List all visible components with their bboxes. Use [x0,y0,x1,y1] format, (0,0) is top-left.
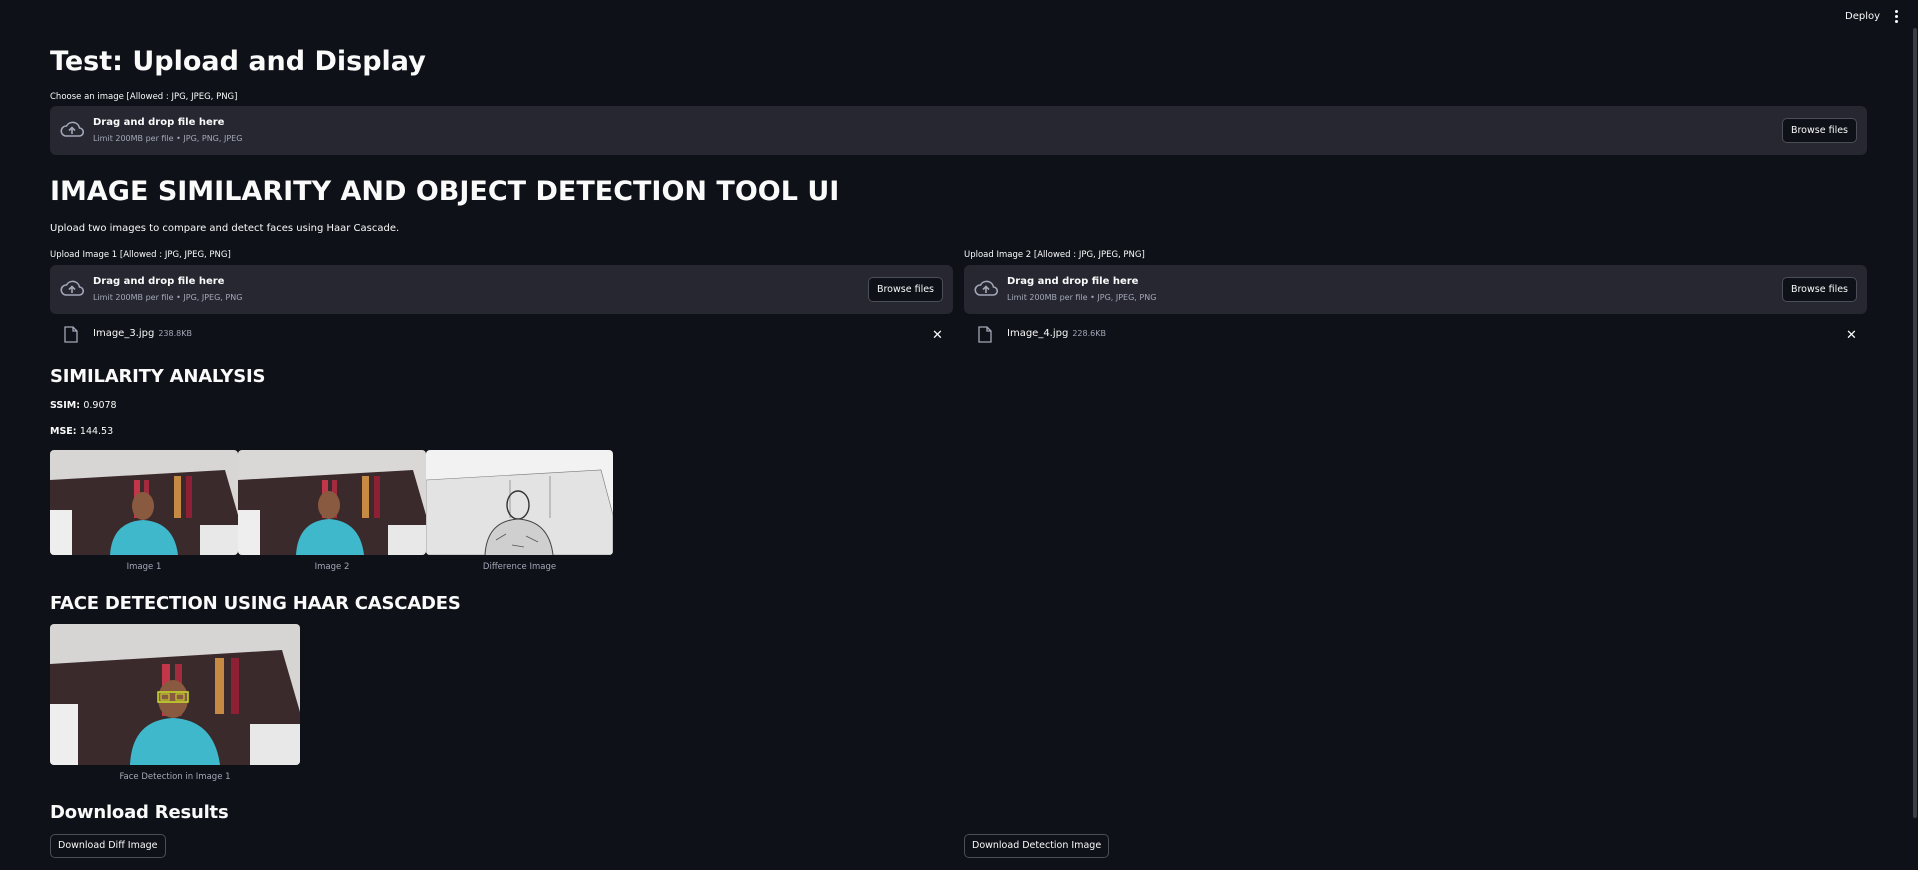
file-icon [978,326,992,343]
file-icon [64,326,78,343]
ssim-value: 0.9078 [83,400,117,411]
close-icon[interactable]: ✕ [1846,328,1857,343]
upload-label: Choose an image [Allowed : JPG, JPEG, PN… [50,92,238,102]
download-heading: Download Results [50,802,229,823]
image1-preview [50,450,238,555]
scrollbar[interactable] [1913,28,1917,818]
image2-caption: Image 2 [314,562,350,572]
uploaded-file-row: Image_3.jpg 238.8KB ✕ [50,326,953,350]
limit-text: Limit 200MB per file • JPG, PNG, JPEG [93,134,243,143]
image2-preview [238,450,426,555]
difference-image-caption: Difference Image [482,562,557,572]
image1-dropzone[interactable]: Drag and drop file here Limit 200MB per … [50,265,953,314]
image2-dropzone[interactable]: Drag and drop file here Limit 200MB per … [964,265,1867,314]
limit-text: Limit 200MB per file • JPG, JPEG, PNG [93,293,243,302]
browse-files-button[interactable]: Browse files [867,277,943,302]
file-name: Image_4.jpg [1007,328,1069,339]
drop-text: Drag and drop file here [1007,276,1139,287]
main-file-dropzone[interactable]: Drag and drop file here Limit 200MB per … [50,106,1867,155]
face-detection-caption: Face Detection in Image 1 [119,772,231,782]
cloud-upload-icon [60,280,84,296]
browse-files-button[interactable]: Browse files [1781,118,1857,143]
upload-image2-label: Upload Image 2 [Allowed : JPG, JPEG, PNG… [964,250,1145,260]
drop-text: Drag and drop file here [93,117,225,128]
limit-text: Limit 200MB per file • JPG, JPEG, PNG [1007,293,1157,302]
uploaded-file-row: Image_4.jpg 228.6KB ✕ [964,326,1867,350]
upload-image1-label: Upload Image 1 [Allowed : JPG, JPEG, PNG… [50,250,231,260]
mse-value: 144.53 [79,426,114,437]
cloud-upload-icon [974,280,998,296]
file-name: Image_3.jpg [93,328,155,339]
kebab-menu-icon[interactable] [1892,8,1900,24]
mse-stat: MSE: 144.53 [50,426,114,437]
file-size: 228.6KB [1072,329,1106,338]
cloud-upload-icon [60,121,84,137]
download-detection-button[interactable]: Download Detection Image [964,834,1110,858]
browse-files-button[interactable]: Browse files [1781,277,1857,302]
download-diff-button[interactable]: Download Diff Image [50,834,166,858]
deploy-button[interactable]: Deploy [1845,11,1880,22]
face-detection-image [50,624,300,765]
face-detection-heading: FACE DETECTION USING HAAR CASCADES [50,593,461,614]
similarity-heading: SIMILARITY ANALYSIS [50,366,266,387]
drop-text: Drag and drop file here [93,276,225,287]
tool-title: IMAGE SIMILARITY AND OBJECT DETECTION TO… [50,176,840,207]
file-size: 238.8KB [158,329,192,338]
image1-caption: Image 1 [126,562,162,572]
page-title: Test: Upload and Display [50,46,426,77]
close-icon[interactable]: ✕ [932,328,943,343]
ssim-stat: SSIM: 0.9078 [50,400,117,411]
tool-description: Upload two images to compare and detect … [50,223,400,234]
difference-image-preview [426,450,613,555]
